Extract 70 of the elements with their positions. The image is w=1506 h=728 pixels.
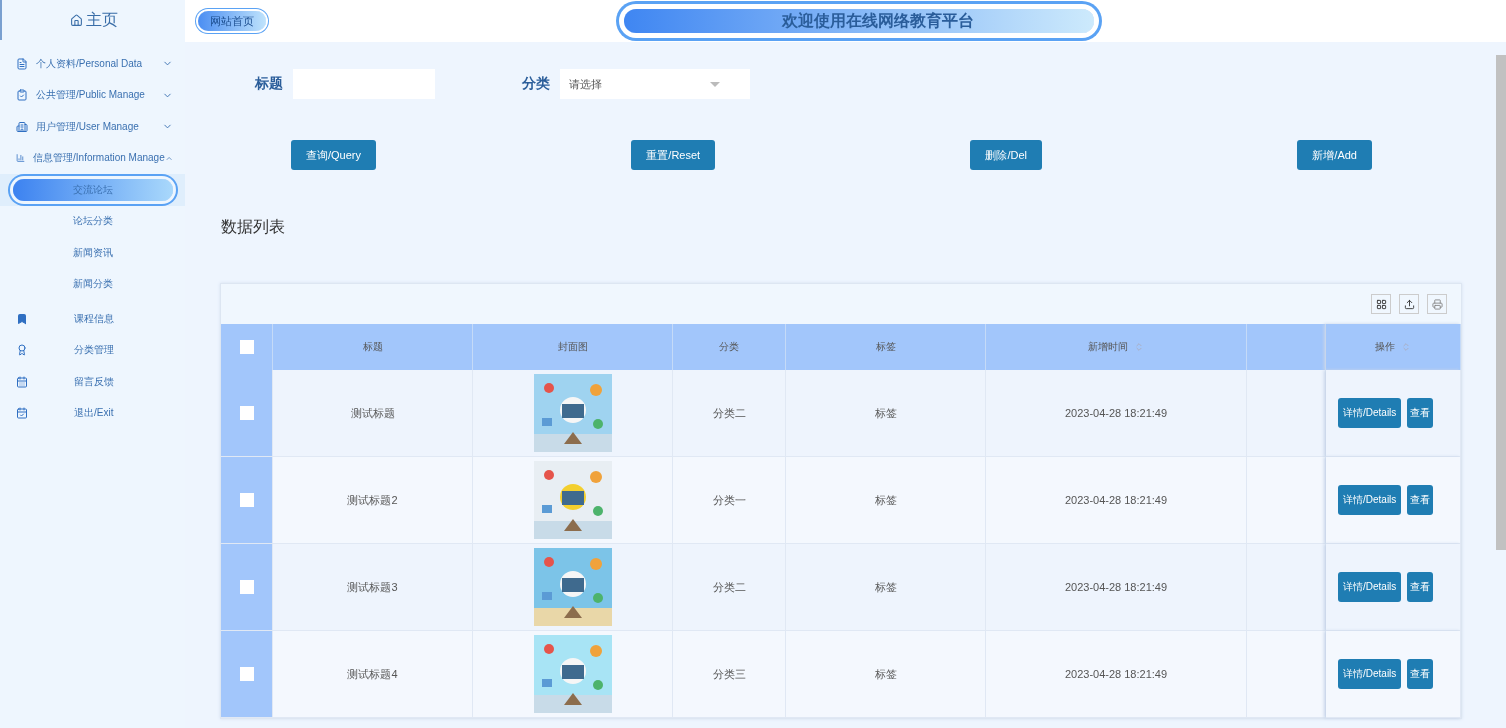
- row-button[interactable]: 查看: [1407, 659, 1434, 689]
- column-header: 封面图: [473, 324, 673, 370]
- menu-icon: [16, 89, 28, 102]
- calendar-check-icon: [16, 407, 28, 420]
- row-button[interactable]: 查看: [1407, 572, 1434, 602]
- table-cell: 2023-04-28 18:21:49: [986, 631, 1247, 718]
- menu-icon: [16, 120, 28, 133]
- sidebar-subitem[interactable]: 新闻分类: [72, 277, 113, 292]
- row-checkbox[interactable]: [239, 580, 254, 594]
- column-header: 新增时间: [986, 324, 1247, 370]
- table-cell: 测试标题3: [273, 544, 473, 631]
- table-cell: 2023-04-28 18:21:49: [986, 370, 1247, 457]
- row-checkbox[interactable]: [239, 406, 254, 420]
- export-icon[interactable]: [1399, 294, 1419, 314]
- sidebar-link[interactable]: 分类管理: [74, 343, 114, 358]
- sidebar-link[interactable]: 课程信息: [74, 311, 114, 326]
- row-button[interactable]: 详情/Details: [1338, 659, 1402, 689]
- row-button[interactable]: 查看: [1407, 485, 1434, 515]
- site-home-link[interactable]: 网站首页: [198, 11, 266, 31]
- sidebar-menu[interactable]: 个人资料/Personal Data: [0, 48, 185, 80]
- column-header: 标题: [273, 324, 473, 370]
- table-cell: 分类三: [673, 631, 786, 718]
- sidebar-subitem[interactable]: 新闻资讯: [72, 245, 113, 260]
- column-header: 分类: [673, 324, 786, 370]
- sidebar-menu[interactable]: 公共管理/Public Manage: [0, 79, 185, 111]
- action-button[interactable]: 删除/Del: [970, 140, 1043, 170]
- table-cell: 标签: [786, 544, 986, 631]
- table-cell: 测试标题2: [273, 457, 473, 544]
- table-cell: 2023-04-28 18:21:49: [986, 544, 1247, 631]
- column-header: 标签: [786, 324, 986, 370]
- table-cell: 标签: [786, 457, 986, 544]
- column-header: 操作: [1326, 324, 1461, 370]
- sidebar-link[interactable]: 退出/Exit: [74, 406, 114, 421]
- table-cell: 标签: [786, 370, 986, 457]
- table-cell: 标签: [786, 631, 986, 718]
- action-button[interactable]: 重置/Reset: [631, 140, 716, 170]
- table-cell: 分类一: [673, 457, 786, 544]
- table-cell: 分类二: [673, 370, 786, 457]
- list-title: 数据列表: [221, 217, 286, 237]
- table-cell: 测试标题: [273, 370, 473, 457]
- row-button[interactable]: 详情/Details: [1338, 398, 1402, 428]
- sidebar-subitem[interactable]: 论坛分类: [72, 214, 113, 229]
- calendar-icon: [16, 375, 28, 388]
- bookmark-icon: [16, 312, 28, 325]
- action-button[interactable]: 查询/Query: [291, 140, 376, 170]
- menu-icon: [16, 152, 25, 165]
- filter-label: 标题: [255, 75, 283, 93]
- row-button[interactable]: 详情/Details: [1338, 572, 1402, 602]
- sidebar-menu[interactable]: 用户管理/User Manage: [0, 111, 185, 143]
- row-checkbox[interactable]: [239, 667, 254, 681]
- table-cell: 测试标题4: [273, 631, 473, 718]
- home-icon: [69, 13, 83, 27]
- award-icon: [16, 344, 28, 357]
- sidebar-menu[interactable]: 信息管理/Information Manage: [0, 142, 185, 174]
- row-checkbox[interactable]: [239, 493, 254, 507]
- sort-icon[interactable]: [1134, 342, 1144, 352]
- sort-icon[interactable]: [1401, 342, 1411, 352]
- print-icon[interactable]: [1427, 294, 1447, 314]
- columns-icon[interactable]: [1371, 294, 1391, 314]
- row-button[interactable]: 查看: [1407, 398, 1434, 428]
- sidebar-link[interactable]: 留言反馈: [74, 374, 114, 389]
- menu-icon: [16, 57, 28, 70]
- category-select[interactable]: 请选择: [560, 69, 750, 99]
- table-cell: 2023-04-28 18:21:49: [986, 457, 1247, 544]
- select-all-checkbox[interactable]: [239, 340, 254, 354]
- table-cell: 分类二: [673, 544, 786, 631]
- row-button[interactable]: 详情/Details: [1338, 485, 1402, 515]
- scrollbar[interactable]: [1496, 55, 1506, 550]
- action-button[interactable]: 新增/Add: [1297, 140, 1372, 170]
- filter-label: 分类: [522, 75, 550, 93]
